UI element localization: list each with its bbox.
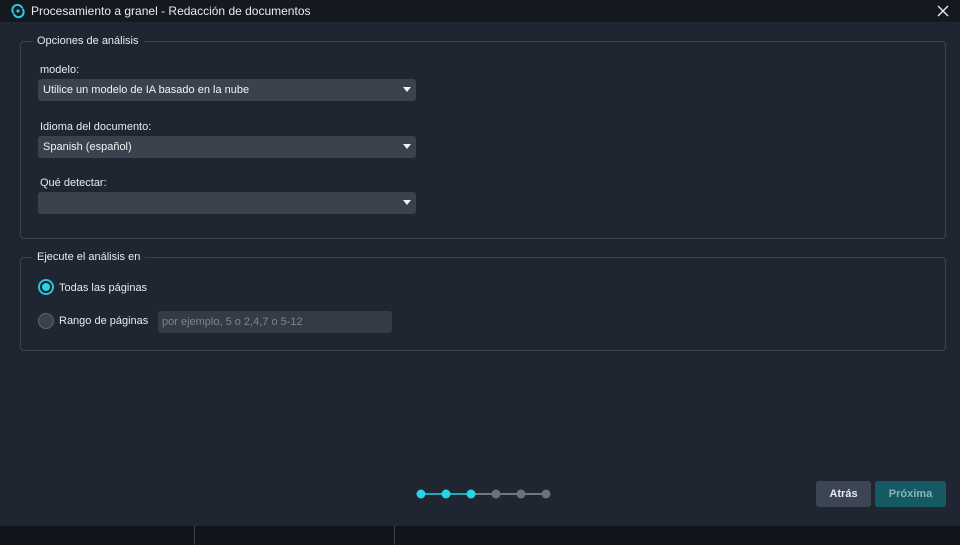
step-dot-4 [491, 489, 501, 499]
model-select-value: Utilice un modelo de IA basado en la nub… [43, 84, 250, 96]
wizard-step-indicator [416, 489, 551, 499]
status-bar-divider [394, 526, 395, 545]
all-pages-label[interactable]: Todas las páginas [59, 282, 147, 294]
step-dot-6 [541, 489, 551, 499]
detect-select[interactable] [38, 192, 416, 214]
page-range-label[interactable]: Rango de páginas [59, 315, 148, 327]
step-dot-3 [466, 489, 476, 499]
back-button[interactable]: Atrás [816, 481, 871, 507]
step-dot-2 [441, 489, 451, 499]
status-bar-divider [194, 526, 195, 545]
chevron-down-icon [403, 144, 411, 149]
app-logo-icon [11, 3, 25, 19]
run-on-legend: Ejecute el análisis en [37, 251, 141, 263]
detect-label: Qué detectar: [40, 177, 107, 189]
next-button[interactable]: Próxima [875, 481, 946, 507]
analysis-options-legend: Opciones de análisis [37, 35, 139, 47]
page-range-radio[interactable] [38, 313, 54, 329]
chevron-down-icon [403, 87, 411, 92]
model-label: modelo: [40, 64, 80, 76]
status-bar [0, 526, 960, 545]
run-on-group: Ejecute el análisis en [20, 251, 946, 351]
page-range-input[interactable] [158, 311, 392, 333]
language-select[interactable]: Spanish (español) [38, 136, 416, 158]
model-select[interactable]: Utilice un modelo de IA basado en la nub… [38, 79, 416, 101]
title-bar: Procesamiento a granel - Redacción de do… [0, 0, 960, 22]
step-dot-1 [416, 489, 426, 499]
language-label: Idioma del documento: [40, 121, 152, 133]
chevron-down-icon [403, 200, 411, 205]
language-select-value: Spanish (español) [43, 141, 132, 153]
step-dot-5 [516, 489, 526, 499]
all-pages-radio[interactable] [38, 279, 54, 295]
window-title: Procesamiento a granel - Redacción de do… [31, 4, 311, 18]
close-icon[interactable] [934, 2, 952, 20]
